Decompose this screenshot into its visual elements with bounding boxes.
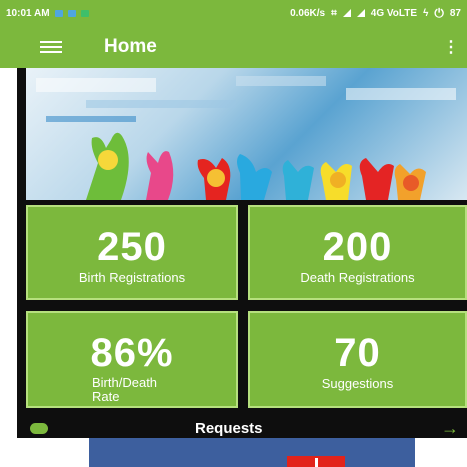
cloud-download-icon[interactable]	[30, 422, 48, 434]
requests-header: Requests →	[26, 418, 467, 438]
status-time: 10:01 AM	[6, 7, 50, 19]
vibrate-icon: ⌗	[331, 7, 337, 19]
signal-icon	[342, 9, 351, 17]
page-title: Home	[104, 36, 157, 57]
charging-icon: ϟ	[423, 7, 429, 19]
app-toolbar: Home ⋮	[0, 26, 467, 68]
image-notification-icon	[67, 9, 76, 17]
birth-death-rate-value: 86%	[90, 331, 174, 375]
requests-title: Requests	[195, 419, 263, 437]
vertical-ellipsis-icon[interactable]: ⋮	[443, 37, 459, 57]
battery-level: 87	[449, 7, 461, 19]
death-registrations-card[interactable]: 200 Death Registrations	[248, 205, 467, 300]
death-registrations-count: 200	[322, 225, 393, 269]
suggestions-card[interactable]: 70 Suggestions	[248, 311, 467, 408]
request-preview-image[interactable]	[89, 438, 415, 467]
arrow-right-icon[interactable]: →	[441, 418, 459, 439]
app-notification-icon	[80, 9, 89, 17]
preview-white-mark	[315, 458, 318, 467]
network-type: 4G VoLTE	[370, 7, 418, 19]
suggestions-label: Suggestions	[321, 376, 394, 391]
death-registrations-label: Death Registrations	[300, 270, 415, 285]
banner-image	[26, 68, 467, 200]
birth-registrations-label: Birth Registrations	[78, 270, 186, 285]
birth-death-rate-label: Birth/Death Rate	[92, 375, 158, 404]
signal-icon	[356, 9, 365, 17]
network-speed: 0.06K/s	[290, 7, 326, 19]
birth-death-rate-card[interactable]: 86% Birth/Death Rate	[26, 311, 238, 408]
image-notification-icon	[54, 9, 63, 17]
power-icon: ⏻	[434, 5, 444, 20]
birth-registrations-count: 250	[97, 225, 167, 269]
suggestions-count: 70	[334, 331, 381, 375]
hamburger-menu-icon[interactable]	[40, 41, 62, 53]
birth-registrations-card[interactable]: 250 Birth Registrations	[26, 205, 238, 300]
status-bar: 10:01 AM 0.06K/s ⌗ 4G VoLTE ϟ ⏻ 87	[0, 0, 467, 26]
status-right: 0.06K/s ⌗ 4G VoLTE ϟ ⏻ 87	[290, 6, 461, 21]
